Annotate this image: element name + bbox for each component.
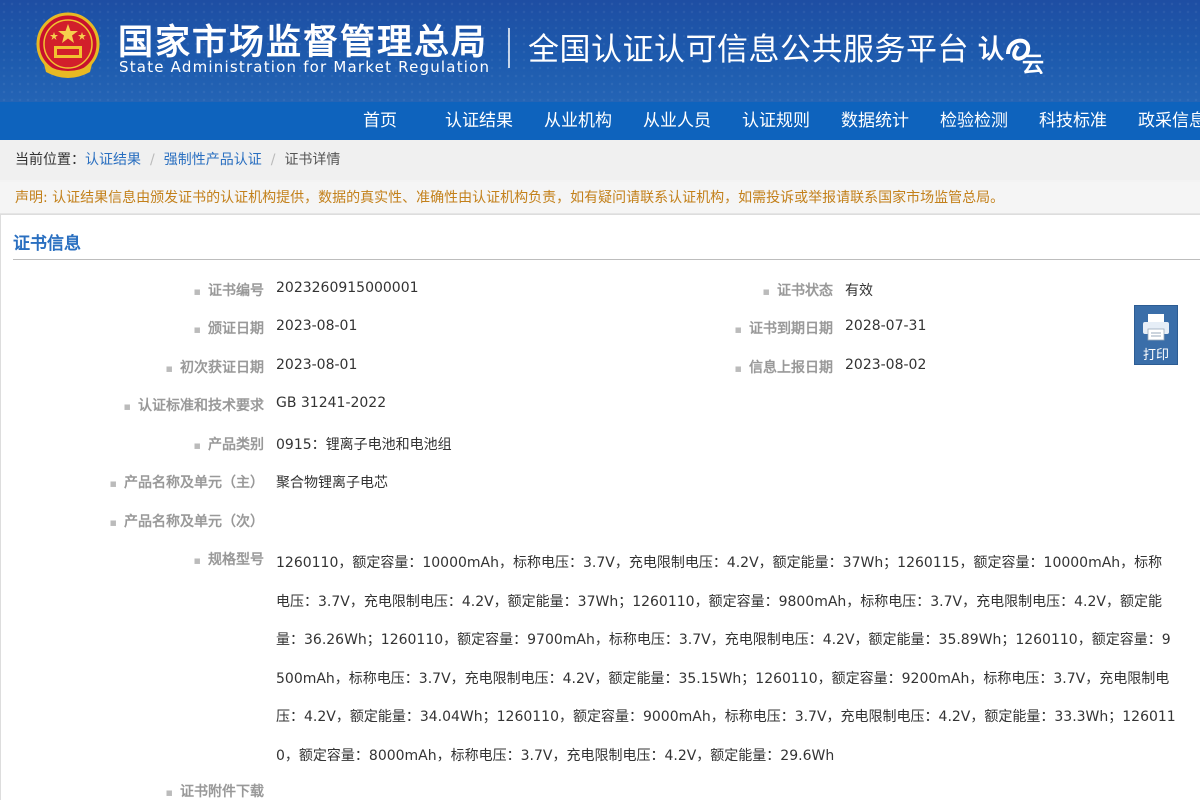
nav-item-procurement[interactable]: 政采信息 [1138, 102, 1200, 140]
main-nav: 首页 认证结果 从业机构 从业人员 认证规则 数据统计 检验检测 科技标准 政采… [0, 102, 1200, 140]
printer-icon [1143, 314, 1169, 341]
header-divider [508, 28, 510, 68]
label-standard: 认证标准和技术要求 [124, 395, 264, 415]
section-title: 证书信息 [13, 234, 81, 254]
svg-text:认: 认 [978, 35, 1004, 65]
breadcrumb-current: 证书详情 [284, 152, 341, 168]
label-product-sub: 产品名称及单元（次） [110, 511, 264, 531]
nav-item-home[interactable]: 首页 [363, 102, 397, 140]
value-report-date: 2023-08-02 [845, 357, 927, 373]
site-header: 国家市场监督管理总局 State Administration for Mark… [0, 0, 1200, 102]
value-category: 0915：锂离子电池和电池组 [276, 437, 452, 453]
label-cert-status: 证书状态 [763, 280, 833, 300]
label-spec: 规格型号 [194, 549, 264, 569]
renyun-logo-icon[interactable]: 认 云 [978, 28, 1048, 74]
value-cert-status: 有效 [845, 283, 873, 299]
value-standard: GB 31241-2022 [276, 395, 387, 411]
label-first-date: 初次获证日期 [166, 357, 264, 377]
breadcrumb: 当前位置：认证结果 / 强制性产品认证 / 证书详情 [0, 140, 1200, 180]
print-button[interactable]: 打印 [1134, 305, 1178, 365]
nav-item-statistics[interactable]: 数据统计 [841, 102, 909, 140]
nav-item-cert-results[interactable]: 认证结果 [445, 102, 513, 140]
nav-item-cert-rules[interactable]: 认证规则 [742, 102, 810, 140]
breadcrumb-separator: / [270, 152, 276, 168]
nav-item-institutions[interactable]: 从业机构 [544, 102, 612, 140]
nav-item-inspection[interactable]: 检验检测 [940, 102, 1008, 140]
section-divider [13, 259, 1200, 260]
nav-item-standards[interactable]: 科技标准 [1039, 102, 1107, 140]
platform-title: 全国认证认可信息公共服务平台 [528, 32, 969, 68]
label-category: 产品类别 [194, 434, 264, 454]
label-report-date: 信息上报日期 [735, 357, 833, 377]
disclaimer-notice: 声明: 认证结果信息由颁发证书的认证机构提供，数据的真实性、准确性由认证机构负责… [0, 182, 1200, 214]
agency-name-en: State Administration for Market Regulati… [119, 58, 491, 76]
breadcrumb-link-cert-results[interactable]: 认证结果 [85, 152, 141, 168]
label-expire-date: 证书到期日期 [735, 318, 833, 338]
breadcrumb-separator: / [150, 152, 155, 168]
value-issue-date: 2023-08-01 [276, 318, 358, 334]
certificate-panel: 证书信息 证书编号 2023260915000001 证书状态 有效 颁证日期 … [0, 214, 1200, 800]
print-button-label: 打印 [1142, 348, 1169, 363]
nav-item-personnel[interactable]: 从业人员 [643, 102, 711, 140]
breadcrumb-link-ccc[interactable]: 强制性产品认证 [164, 152, 262, 168]
label-issue-date: 颁证日期 [194, 318, 264, 338]
value-product-main: 聚合物锂离子电芯 [276, 475, 388, 491]
label-attachments: 证书附件下载 [166, 781, 264, 800]
label-cert-no: 证书编号 [194, 280, 264, 300]
breadcrumb-prefix: 当前位置： [15, 152, 85, 168]
value-spec: 1260110，额定容量：10000mAh，标称电压：3.7V，充电限制电压：4… [276, 555, 1176, 764]
value-cert-no: 2023260915000001 [276, 280, 419, 296]
national-emblem-icon[interactable] [34, 12, 102, 82]
label-product-main: 产品名称及单元（主） [110, 472, 264, 492]
value-expire-date: 2028-07-31 [845, 318, 927, 334]
value-first-date: 2023-08-01 [276, 357, 358, 373]
svg-text:云: 云 [1022, 53, 1044, 74]
